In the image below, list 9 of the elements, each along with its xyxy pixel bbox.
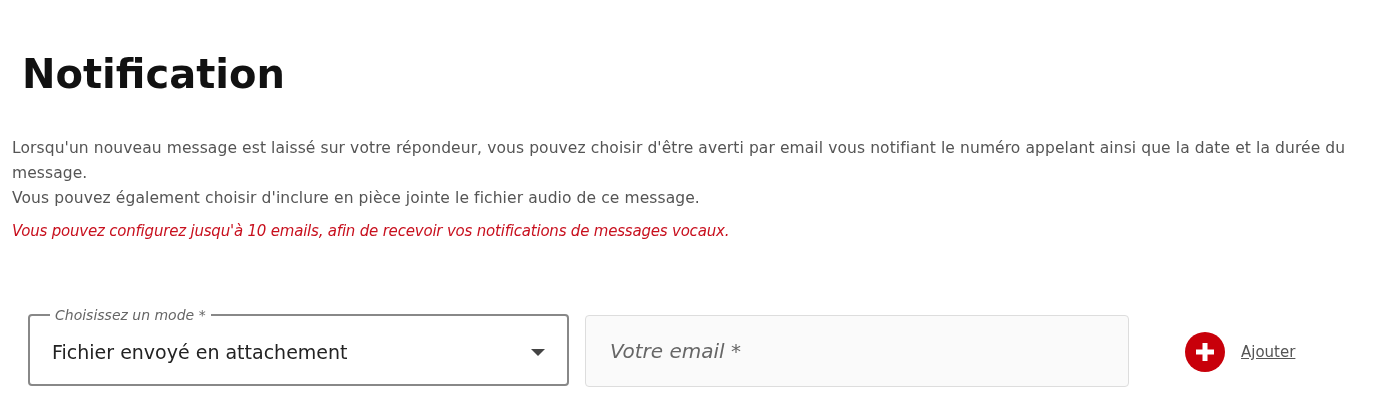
- plus-icon[interactable]: [1185, 332, 1225, 372]
- caret-icon: [531, 348, 545, 356]
- email-field[interactable]: Votre email *: [585, 315, 1129, 387]
- page-title: Notification: [22, 50, 286, 99]
- add-link[interactable]: Ajouter: [1241, 343, 1296, 361]
- mode-select[interactable]: Choisissez un mode * Fichier envoyé en attachement: [28, 306, 569, 386]
- notice-text: Vous pouvez configurez jusqu'à 10 emails, afin de recevoir vos notifications de messages vocaux.: [12, 221, 731, 242]
- description-text: Vous pouvez également choisir d'inclure en pièce jointe le fichier audio de ce message.: [12, 188, 701, 209]
- description-text: Lorsqu'un nouveau message est laissé sur votre répondeur, vous pouvez choisir d'être averti par email vous notifiant le numéro appelant ainsi que la date et la durée du message.: [12, 138, 1347, 184]
